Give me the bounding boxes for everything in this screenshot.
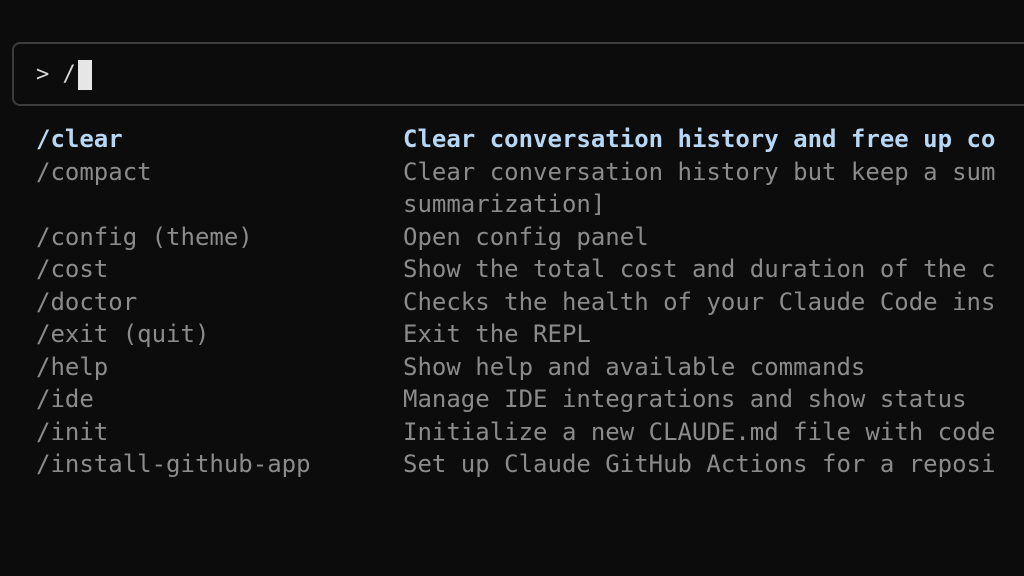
command-name: /clear bbox=[36, 125, 123, 153]
command-name: /install-github-app bbox=[36, 450, 311, 478]
command-name: /exit (quit) bbox=[36, 320, 210, 348]
command-input-box[interactable]: > / bbox=[12, 42, 1024, 106]
text-cursor bbox=[77, 60, 92, 90]
command-input[interactable]: > / bbox=[36, 60, 92, 90]
command-name: /help bbox=[36, 352, 109, 381]
command-input-value[interactable]: / bbox=[63, 60, 76, 90]
command-description-line1: Clear conversation history but keep a su… bbox=[403, 157, 996, 186]
command-item-install-github-app[interactable]: /install-github-app Set up Claude GitHub… bbox=[36, 448, 1024, 481]
command-item-exit[interactable]: /exit (quit) Exit the REPL bbox=[36, 318, 1024, 351]
command-description: Set up Claude GitHub Actions for a repos… bbox=[403, 450, 996, 478]
command-item-clear[interactable]: /clear Clear conversation history and fr… bbox=[36, 123, 1024, 156]
command-name: /cost bbox=[36, 255, 109, 283]
command-description: Checks the health of your Claude Code in… bbox=[403, 287, 996, 316]
command-description: Clear conversation history and free up c… bbox=[403, 125, 996, 153]
command-item-ide[interactable]: /ide Manage IDE integrations and show st… bbox=[36, 383, 1024, 416]
command-name: /doctor bbox=[36, 287, 138, 316]
prompt-symbol: > bbox=[36, 62, 50, 87]
command-description: Open config panel bbox=[403, 222, 649, 251]
command-name: /config (theme) bbox=[36, 222, 253, 251]
command-description: Exit the REPL bbox=[403, 320, 591, 348]
command-name: /init bbox=[36, 417, 109, 446]
command-item-doctor[interactable]: /doctor Checks the health of your Claude… bbox=[36, 286, 1024, 319]
command-item-config[interactable]: /config (theme) Open config panel bbox=[36, 221, 1024, 254]
command-description: Show help and available commands bbox=[403, 352, 866, 381]
command-name: /compact bbox=[36, 157, 152, 186]
command-item-cost[interactable]: /cost Show the total cost and duration o… bbox=[36, 253, 1024, 286]
command-item-help[interactable]: /help Show help and available commands bbox=[36, 351, 1024, 384]
command-description: Clear conversation history but keep a su… bbox=[403, 156, 1024, 221]
slash-command-list: /clear Clear conversation history and fr… bbox=[36, 123, 1024, 481]
command-item-init[interactable]: /init Initialize a new CLAUDE.md file wi… bbox=[36, 416, 1024, 449]
command-description: Manage IDE integrations and show status bbox=[403, 385, 967, 413]
command-item-compact[interactable]: /compact Clear conversation history but … bbox=[36, 156, 1024, 221]
command-name: /ide bbox=[36, 385, 94, 413]
command-description: Show the total cost and duration of the … bbox=[403, 255, 996, 283]
command-description: Initialize a new CLAUDE.md file with cod… bbox=[403, 417, 996, 446]
command-description-line2: summarization] bbox=[403, 190, 606, 218]
